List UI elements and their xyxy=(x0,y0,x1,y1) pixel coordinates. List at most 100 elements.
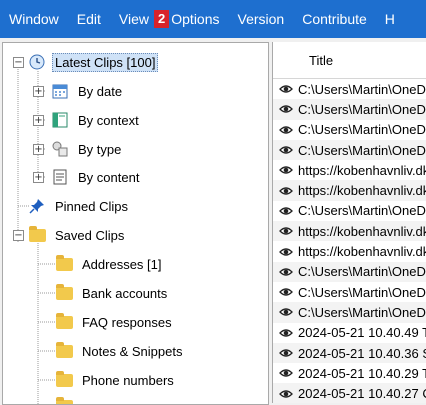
menu-contribute-label: Contribute xyxy=(302,11,367,27)
tree-item-label: Latest Clips [100] xyxy=(52,52,159,72)
eye-icon xyxy=(279,349,293,357)
document-icon xyxy=(51,168,69,186)
menu-help[interactable]: H xyxy=(376,0,404,38)
window-icon xyxy=(51,111,69,129)
list-item[interactable]: https://kobenhavnliv.dk xyxy=(273,180,426,201)
tree-item-saved-clips[interactable]: Saved Clips xyxy=(28,224,127,246)
clip-rows: C:\Users\Martin\OneDrive C:\Users\Martin\… xyxy=(273,79,426,403)
list-item-title: C:\Users\Martin\OneDrive xyxy=(298,142,426,158)
list-item[interactable]: C:\Users\Martin\OneDrive xyxy=(273,139,426,161)
calendar-icon xyxy=(51,82,69,100)
tree-item-partial xyxy=(55,395,79,404)
menu-view-label: View xyxy=(118,11,150,27)
column-header-title[interactable]: Title xyxy=(273,42,426,79)
list-item[interactable]: 2024-05-21 10.40.29 T xyxy=(273,363,426,383)
eye-icon xyxy=(279,247,293,256)
menu-edit[interactable]: Edit xyxy=(68,0,110,38)
tree-item-phone-numbers[interactable]: Phone numbers xyxy=(55,369,177,391)
list-item[interactable]: C:\Users\Martin\OneDrive xyxy=(273,201,426,221)
tree-item-label: Pinned Clips xyxy=(55,198,128,214)
expand-by-date-icon[interactable]: + xyxy=(33,86,44,97)
list-item[interactable]: https://kobenhavnliv.dk xyxy=(273,221,426,242)
eye-icon xyxy=(279,288,293,296)
menu-version[interactable]: Version xyxy=(229,0,294,38)
list-item-title: C:\Users\Martin\OneDrive xyxy=(298,122,426,138)
eye-icon xyxy=(279,268,293,276)
tree-item-label: Saved Clips xyxy=(55,227,125,243)
list-item[interactable]: C:\Users\Martin\OneDrive xyxy=(273,120,426,140)
list-item[interactable]: C:\Users\Martin\OneDrive xyxy=(273,261,426,282)
eye-icon xyxy=(279,146,293,154)
eye-icon xyxy=(279,329,293,337)
list-item[interactable]: https://kobenhavnliv.dk xyxy=(273,241,426,261)
menu-edit-label: Edit xyxy=(76,11,101,27)
list-item-title: C:\Users\Martin\OneDrive xyxy=(298,101,426,117)
tree-item-label: Addresses [1] xyxy=(82,256,162,272)
eye-icon xyxy=(279,207,293,215)
folder-icon xyxy=(55,312,73,331)
eye-icon xyxy=(279,105,293,114)
list-item[interactable]: C:\Users\Martin\OneDrive xyxy=(273,79,426,99)
tree-item-latest-clips[interactable]: Latest Clips [100] xyxy=(28,51,159,73)
expand-by-content-icon[interactable]: + xyxy=(33,172,44,183)
menu-contribute[interactable]: Contribute xyxy=(293,0,376,38)
list-item-title: 2024-05-21 10.40.29 T xyxy=(298,365,426,381)
list-item-title: C:\Users\Martin\OneDrive xyxy=(298,304,426,320)
tree-item-by-date[interactable]: By date xyxy=(51,80,125,102)
tree-item-notes-snippets[interactable]: Notes & Snippets xyxy=(55,340,185,362)
clip-list: Title C:\Users\Martin\OneDriveC:\Users\M… xyxy=(272,42,426,403)
list-item[interactable]: 2024-05-21 10.40.27 C xyxy=(273,383,426,403)
eye-icon xyxy=(279,186,293,195)
collapse-saved-icon[interactable]: − xyxy=(13,230,24,241)
list-item-title: 2024-05-21 10.40.49 T xyxy=(298,325,426,341)
menu-options[interactable]: Options xyxy=(171,0,228,38)
tree-item-by-content[interactable]: By content xyxy=(51,166,142,188)
clock-icon xyxy=(28,53,46,71)
list-item-title: C:\Users\Martin\OneDrive xyxy=(298,284,426,300)
eye-icon xyxy=(279,308,293,317)
list-item-title: C:\Users\Martin\OneDrive xyxy=(298,203,426,219)
tree-item-addresses[interactable]: Addresses [1] xyxy=(55,253,165,275)
tree-item-bank-accounts[interactable]: Bank accounts xyxy=(55,282,170,304)
expand-by-type-icon[interactable]: + xyxy=(33,144,44,155)
list-item-title: C:\Users\Martin\OneDrive xyxy=(298,81,426,97)
tree-item-faq-responses[interactable]: FAQ responses xyxy=(55,311,175,333)
column-header-label: Title xyxy=(309,52,334,68)
folder-icon xyxy=(55,283,73,302)
collapse-latest-icon[interactable]: − xyxy=(13,57,24,68)
list-item-title: https://kobenhavnliv.dk xyxy=(298,183,426,199)
list-item[interactable]: https://kobenhavnliv.dk xyxy=(273,160,426,180)
list-item[interactable]: 2024-05-21 10.40.36 S xyxy=(273,342,426,364)
menu-version-label: Version xyxy=(237,11,285,27)
step-badge: 2 xyxy=(154,10,170,28)
tree-item-label: Notes & Snippets xyxy=(82,343,183,359)
list-item-title: C:\Users\Martin\OneDrive xyxy=(298,264,426,280)
tree-item-by-type[interactable]: By type xyxy=(51,138,124,160)
eye-icon xyxy=(279,166,293,174)
menu-bar: Window Edit View 2 Options Version Contr… xyxy=(0,0,426,38)
tree-item-label: Bank accounts xyxy=(82,285,168,301)
shapes-icon xyxy=(51,140,69,158)
tree-item-by-context[interactable]: By context xyxy=(51,109,142,131)
tree-item-label: By context xyxy=(78,112,139,128)
folder-icon xyxy=(55,396,73,404)
list-item-title: https://kobenhavnliv.dk xyxy=(298,162,426,178)
eye-icon xyxy=(279,227,293,235)
list-item[interactable]: C:\Users\Martin\OneDrive xyxy=(273,302,426,323)
menu-view[interactable]: View xyxy=(110,0,158,38)
folder-icon xyxy=(55,254,73,273)
list-item[interactable]: 2024-05-21 10.40.49 T xyxy=(273,323,426,343)
list-item[interactable]: C:\Users\Martin\OneDrive xyxy=(273,282,426,302)
eye-icon xyxy=(279,126,293,134)
pin-icon xyxy=(28,197,46,215)
eye-icon xyxy=(279,369,293,377)
tree-item-pinned-clips[interactable]: Pinned Clips xyxy=(28,195,131,217)
tree-item-label: Phone numbers xyxy=(82,372,174,388)
folder-icon xyxy=(28,225,46,244)
list-item-title: 2024-05-21 10.40.36 S xyxy=(298,345,426,361)
tree-item-label: By type xyxy=(78,141,122,157)
list-item[interactable]: C:\Users\Martin\OneDrive xyxy=(273,99,426,120)
menu-window[interactable]: Window xyxy=(0,0,68,38)
list-item-title: https://kobenhavnliv.dk xyxy=(298,223,426,239)
expand-by-context-icon[interactable]: + xyxy=(33,115,44,126)
